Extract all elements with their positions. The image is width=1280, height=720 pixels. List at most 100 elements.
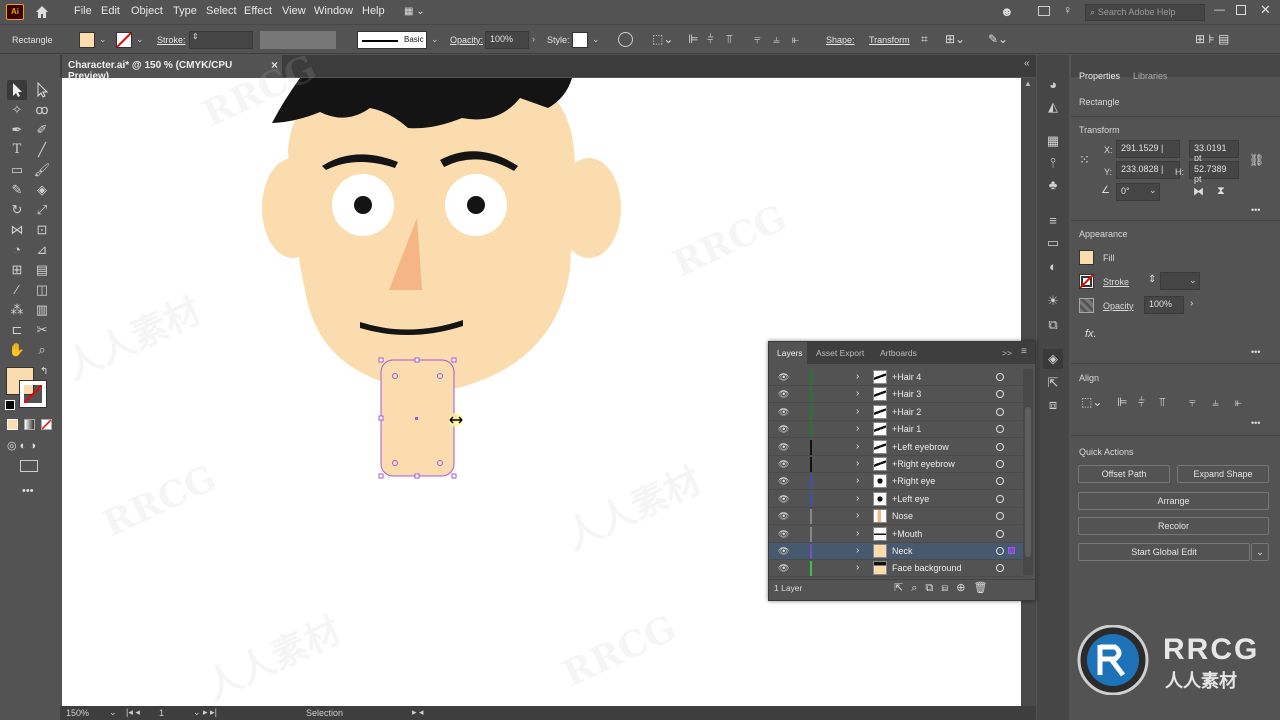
shape-label[interactable]: Shape: <box>826 35 855 45</box>
opacity-arrow-icon[interactable]: › <box>532 34 535 44</box>
opacity-label[interactable]: Opacity: <box>450 35 483 45</box>
stroke-swatch[interactable] <box>116 32 132 48</box>
x-field[interactable]: 291.1529 | <box>1116 140 1180 158</box>
magic-wand-tool-icon[interactable]: ✧ <box>7 100 27 120</box>
panel-menu-icon[interactable]: ≡ <box>1021 346 1027 357</box>
zoom-dropdown-icon[interactable]: ⌄ <box>109 707 117 718</box>
next-artboard-icon[interactable]: ⌄ ▸ ▸| <box>193 707 217 718</box>
align-to-icon[interactable]: ⬚⌄ <box>1081 395 1102 409</box>
fx-icon[interactable]: fx. <box>1085 328 1097 340</box>
close-window-icon[interactable]: ✕ <box>1260 2 1271 18</box>
layer-row[interactable]: 👁 › +Mouth <box>769 526 1023 543</box>
tab-libraries[interactable]: Libraries <box>1133 71 1168 81</box>
hand-tool-icon[interactable]: ✋ <box>7 340 27 360</box>
artboards-panel-icon[interactable]: ⧈ <box>1043 395 1063 415</box>
appearance-panel-icon[interactable]: ☀ <box>1043 291 1063 311</box>
menu-effect[interactable]: Effect <box>244 5 272 17</box>
transform-link[interactable]: Transform <box>869 35 910 45</box>
arrange-button[interactable]: Arrange <box>1078 492 1269 510</box>
align-hcenter-icon[interactable]: ⫩ <box>707 32 714 47</box>
search-field[interactable]: ⌕ Search Adobe Help <box>1085 4 1205 21</box>
layer-row[interactable]: 👁 › +Left eye <box>769 491 1023 508</box>
expand-chevron-icon[interactable]: › <box>856 493 859 504</box>
appearance-fill-swatch[interactable] <box>1079 250 1094 265</box>
stroke-stepper-icon[interactable]: ⇕ <box>1148 274 1156 285</box>
panel-align-top-icon[interactable]: ⫧ <box>1189 395 1196 410</box>
appearance-opacity-label[interactable]: Opacity <box>1103 301 1134 311</box>
w-field[interactable]: 33.0191 pt <box>1189 140 1239 163</box>
graph-tool-icon[interactable]: ▥ <box>32 300 52 320</box>
expand-chevron-icon[interactable]: › <box>856 371 859 382</box>
layer-row[interactable]: 👁 › Neck <box>769 543 1023 560</box>
expand-chevron-icon[interactable]: › <box>856 545 859 556</box>
puppet-icon[interactable]: ✎⌄ <box>988 32 1008 46</box>
target-circle-icon[interactable] <box>996 547 1004 555</box>
recolor-icon[interactable] <box>618 32 633 47</box>
draw-mode-icon[interactable]: ◎ ◐ ◑ <box>7 439 36 452</box>
style-dropdown-icon[interactable]: ⌄ <box>592 34 600 45</box>
align-top-icon[interactable]: ⫧ <box>754 32 761 47</box>
panel-align-left-icon[interactable]: ⊫ <box>1117 395 1127 409</box>
menu-view[interactable]: View <box>282 5 306 17</box>
brushes-panel-icon[interactable]: ⫯ <box>1043 153 1063 173</box>
global-edit-dropdown-icon[interactable]: ⌄ <box>1251 543 1269 561</box>
stroke-dropdown-icon[interactable]: ⌄ <box>136 34 144 45</box>
appearance-stroke-swatch[interactable] <box>1079 274 1094 289</box>
layers-panel-icon[interactable]: ◈ <box>1043 349 1063 369</box>
layer-row[interactable]: 👁 › +Hair 3 <box>769 386 1023 404</box>
panel-align-right-icon[interactable]: ⫪ <box>1159 395 1166 410</box>
color-mode-icon[interactable] <box>7 419 18 430</box>
perspective-grid-tool-icon[interactable]: ⊿ <box>32 240 52 260</box>
panel-toggle-icon[interactable] <box>1038 6 1050 16</box>
type-tool-icon[interactable]: T <box>7 140 27 160</box>
transparency-panel-icon[interactable]: ◐ <box>1043 257 1063 277</box>
style-swatch[interactable] <box>572 32 588 48</box>
slice-tool-icon[interactable]: ✂ <box>32 320 52 340</box>
expand-shape-button[interactable]: Expand Shape <box>1177 465 1269 483</box>
status-arrow-icon[interactable]: ▸ ◂ <box>412 707 424 718</box>
visibility-eye-icon[interactable]: 👁 <box>778 407 789 418</box>
target-circle-icon[interactable] <box>996 494 1004 503</box>
align-vcenter-icon[interactable]: ⫨ <box>773 32 780 47</box>
layer-row[interactable]: 👁 › +Hair 2 <box>769 404 1023 421</box>
workspace-switcher-icon[interactable]: ▦ ⌄ <box>404 6 432 18</box>
artboard-tool-icon[interactable]: ⊏ <box>7 320 27 340</box>
free-transform-tool-icon[interactable]: ⊡ <box>32 220 52 240</box>
gradient-panel-icon[interactable]: ▭ <box>1043 233 1063 253</box>
asset-export-icon[interactable]: ⇱ <box>1043 373 1063 393</box>
visibility-eye-icon[interactable]: 👁 <box>778 476 789 487</box>
target-circle-icon[interactable] <box>996 460 1004 468</box>
layer-row[interactable]: 👁 › Nose <box>769 508 1023 526</box>
blend-tool-icon[interactable]: ◫ <box>32 280 52 300</box>
document-tab[interactable]: Character.ai* @ 150 % (CMYK/CPU Preview)… <box>62 55 282 82</box>
gradient-tool-icon[interactable]: ▤ <box>32 260 52 280</box>
tab-bar-collapse-icon[interactable]: « <box>1024 58 1030 69</box>
align-more-icon[interactable]: ••• <box>1251 418 1260 428</box>
pen-tool-icon[interactable]: ✒ <box>7 120 27 140</box>
gradient-mode-icon[interactable] <box>24 419 35 430</box>
isolate-icon[interactable]: ⌗ <box>921 32 928 47</box>
align-bottom-icon[interactable]: ⫦ <box>792 32 799 47</box>
visibility-eye-icon[interactable]: 👁 <box>778 442 789 453</box>
paintbrush-tool-icon[interactable]: 🖌 <box>32 160 52 180</box>
expand-chevron-icon[interactable]: › <box>856 441 859 452</box>
y-field[interactable]: 233.0828 | <box>1116 161 1180 179</box>
target-circle-icon[interactable] <box>996 564 1004 573</box>
appearance-stroke-label[interactable]: Stroke <box>1103 277 1129 287</box>
expand-chevron-icon[interactable]: › <box>856 458 859 469</box>
layer-row[interactable]: 👁 › Face background <box>769 560 1023 578</box>
direct-selection-tool-icon[interactable] <box>32 80 52 100</box>
menu-file[interactable]: File <box>74 5 92 17</box>
target-circle-icon[interactable] <box>996 390 1004 399</box>
scale-tool-icon[interactable]: ⤢ <box>32 200 52 220</box>
h-field[interactable]: 52.7389 pt <box>1189 161 1239 184</box>
visibility-eye-icon[interactable]: 👁 <box>778 459 789 470</box>
variable-width-field[interactable] <box>260 31 336 49</box>
swap-colors-icon[interactable]: ↰ <box>40 366 48 377</box>
menu-edit[interactable]: Edit <box>101 5 120 17</box>
visibility-eye-icon[interactable]: 👁 <box>778 563 789 574</box>
stroke-profile-dropdown-icon[interactable]: ⌄ <box>431 34 439 45</box>
none-mode-icon[interactable] <box>41 419 52 430</box>
expand-chevron-icon[interactable]: › <box>856 475 859 486</box>
expand-chevron-icon[interactable]: › <box>856 388 859 399</box>
